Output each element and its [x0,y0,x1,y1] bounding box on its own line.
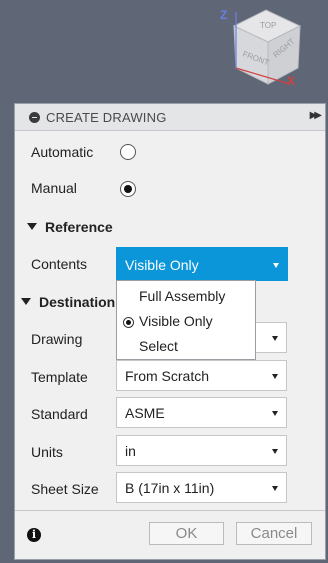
sheet-size-label: Sheet Size [31,481,99,497]
collapse-triangle-icon [27,223,37,230]
sheet-size-selected-value: B (17in x 11in) [125,480,215,496]
collapse-icon[interactable] [29,111,40,123]
template-label: Template [31,369,88,385]
contents-label: Contents [31,256,88,272]
option-label: Select [139,338,178,354]
units-label: Units [31,444,63,460]
automatic-radio[interactable] [120,144,136,160]
ok-button[interactable]: OK [149,522,224,545]
standard-select[interactable]: ASME [116,397,287,428]
reference-section-header[interactable]: Reference [27,219,113,235]
template-selected-value: From Scratch [125,368,210,384]
contents-dropdown-menu: Full Assembly Visible Only Select [116,280,256,360]
chevron-down-icon [272,336,278,341]
chevron-down-icon [272,411,278,416]
collapse-triangle-icon [21,298,31,305]
standard-selected-value: ASME [125,405,165,421]
dialog-title: CREATE DRAWING [46,109,167,125]
chevron-down-icon [272,486,278,491]
units-select[interactable]: in [116,435,287,466]
dropdown-option-select[interactable]: Select [117,334,255,359]
dropdown-option-visible-only[interactable]: Visible Only [117,309,255,334]
dropdown-option-full-assembly[interactable]: Full Assembly [117,284,255,309]
chevron-down-icon [272,374,278,379]
selected-radio-icon [123,317,134,328]
contents-select[interactable]: Visible Only [116,247,288,281]
template-select[interactable]: From Scratch [116,360,287,391]
dialog-footer: i OK Cancel [15,510,325,559]
view-cube[interactable]: TOP FRONT RIGHT Z X [214,6,304,92]
svg-text:TOP: TOP [260,21,276,30]
destination-section-header[interactable]: Destination [21,294,115,310]
sheet-size-select[interactable]: B (17in x 11in) [116,472,287,503]
chevron-down-icon [272,449,278,454]
option-label: Full Assembly [139,288,226,304]
drawing-label: Drawing [31,331,83,347]
chevron-down-icon [273,263,279,268]
option-label: Visible Only [139,313,213,329]
contents-selected-value: Visible Only [125,257,199,273]
manual-radio[interactable] [120,181,136,197]
units-selected-value: in [125,443,136,459]
create-drawing-dialog: CREATE DRAWING ▶▶ Automatic Manual Refer… [14,103,326,560]
cancel-button[interactable]: Cancel [236,522,312,545]
z-axis-label: Z [220,8,228,22]
x-axis-label: X [287,74,296,88]
expand-icon[interactable]: ▶▶ [310,110,323,121]
automatic-label: Automatic [31,144,94,160]
manual-label: Manual [31,180,77,196]
standard-label: Standard [31,406,88,422]
reference-section-label: Reference [45,219,113,235]
info-icon[interactable]: i [27,528,41,542]
dialog-titlebar: CREATE DRAWING ▶▶ [15,104,325,131]
destination-section-label: Destination [39,294,116,310]
